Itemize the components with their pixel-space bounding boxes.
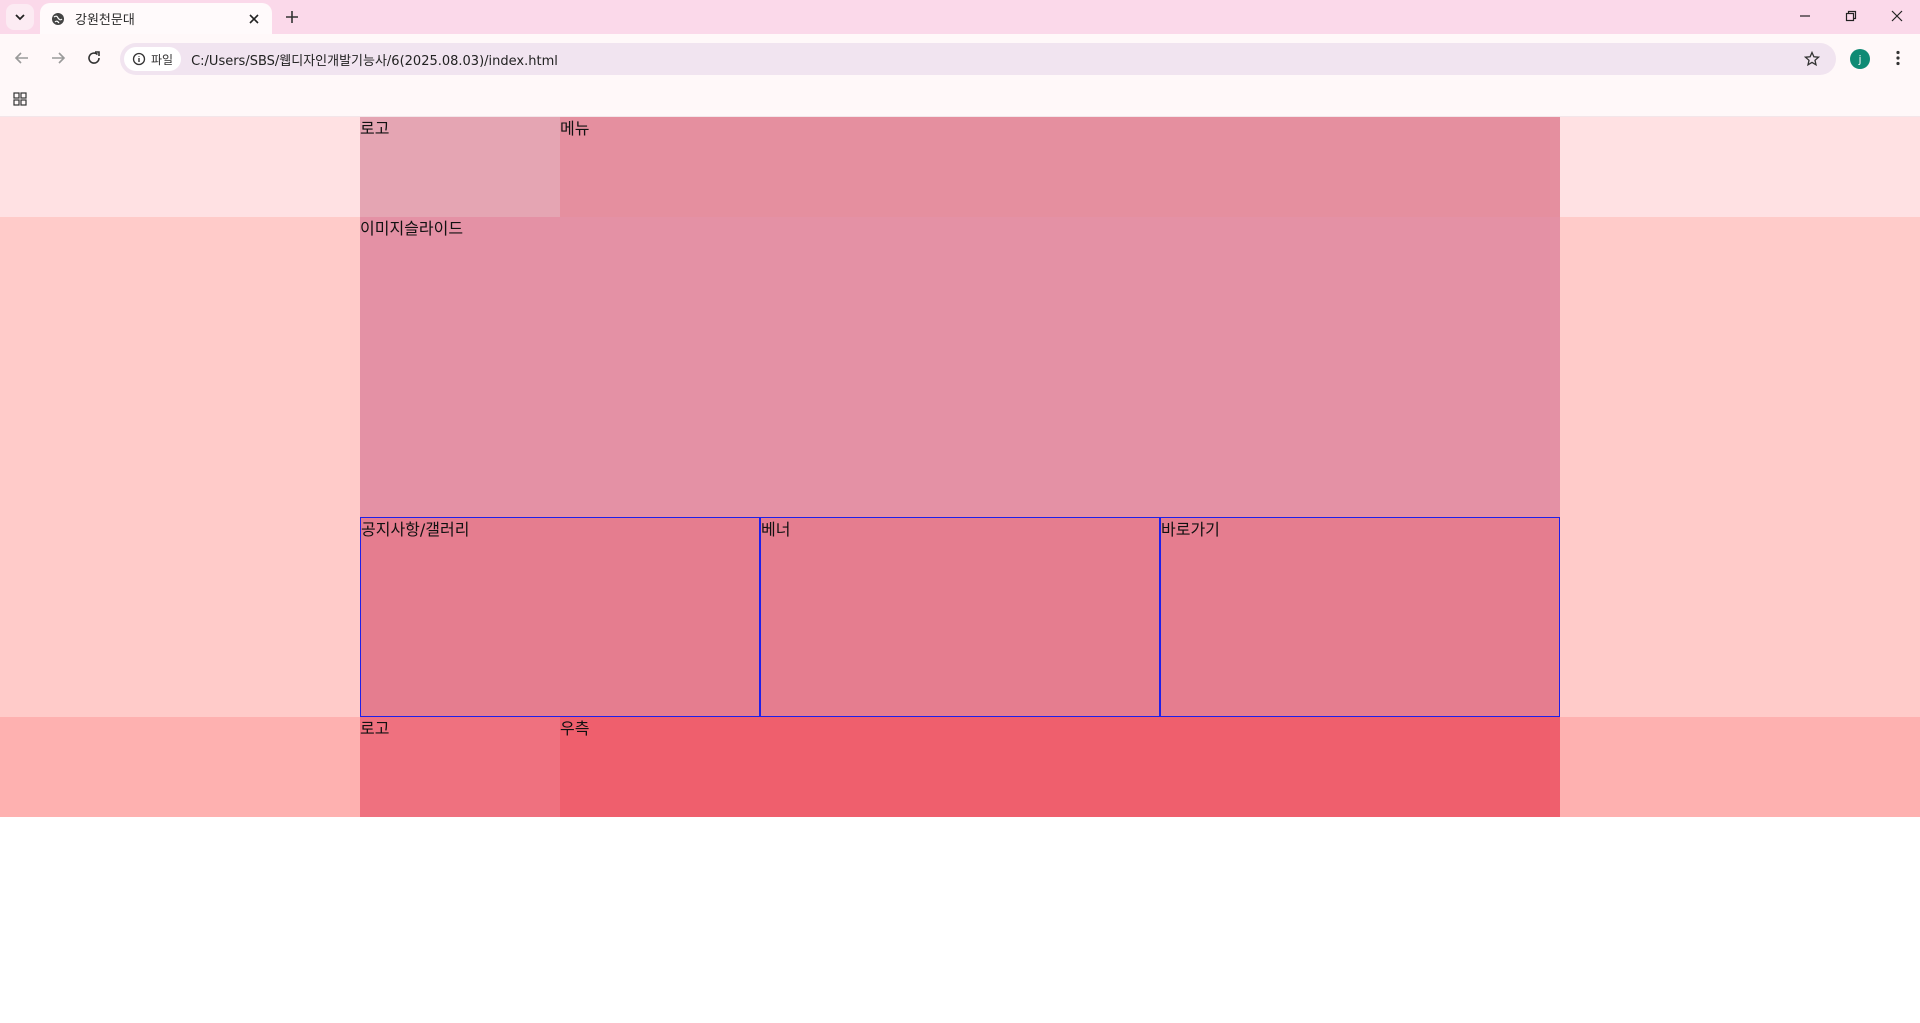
menu-button[interactable] [1886,46,1910,70]
minimize-button[interactable] [1782,0,1828,32]
more-vert-icon [1896,50,1900,66]
site-info-chip[interactable]: 파일 [124,47,182,71]
restore-icon [1845,10,1857,22]
header-wrap: 로고 메뉴 [360,117,1560,217]
footer-logo: 로고 [360,717,560,817]
apps-grid-icon [13,92,27,106]
close-icon[interactable] [242,7,266,31]
apps-button[interactable] [8,87,32,111]
footer-band: 로고 우측 [0,717,1920,817]
browser-toolbar: 파일 C:/Users/SBS/웹디자인개발기능사/6(2025.08.03)/… [0,34,1920,82]
site-chip-label: 파일 [151,52,174,67]
forward-button[interactable] [44,44,72,72]
globe-icon [50,11,66,27]
bookmarks-bar [0,82,1920,117]
header-logo: 로고 [360,117,560,217]
slide-wrap: 이미지슬라이드 [360,217,1560,517]
forward-arrow-icon [52,52,66,64]
reload-button[interactable] [80,44,108,72]
back-arrow-icon [14,52,28,64]
shortcut-box: 바로가기 [1160,517,1560,717]
avatar[interactable]: j [1850,49,1870,69]
footer-wrap: 로고 우측 [360,717,1560,817]
reload-icon [88,51,100,64]
header-menu: 메뉴 [560,117,1560,217]
page-viewport: 로고 메뉴 이미지슬라이드 공지사항/갤러리 베너 바로가기 로고 우측 [0,117,1920,1023]
info-icon [132,52,146,66]
content-wrap: 공지사항/갤러리 베너 바로가기 [360,517,1560,717]
address-bar[interactable]: 파일 C:/Users/SBS/웹디자인개발기능사/6(2025.08.03)/… [120,43,1836,75]
url-text[interactable]: C:/Users/SBS/웹디자인개발기능사/6(2025.08.03)/ind… [191,50,558,69]
tab-title: 강원천문대 [75,13,135,28]
active-tab[interactable]: 강원천문대 [40,3,272,34]
tab-search-button[interactable] [6,4,34,30]
header-band: 로고 메뉴 [0,117,1920,217]
banner-box: 베너 [760,517,1160,717]
bookmark-button[interactable] [1800,47,1824,71]
content-band: 공지사항/갤러리 베너 바로가기 [0,517,1920,717]
tab-search-icon [15,14,25,21]
back-button[interactable] [8,44,36,72]
minimize-icon [1800,15,1810,17]
footer-right: 우측 [560,717,1560,817]
tab-strip: 강원천문대 [0,0,1920,34]
restore-button[interactable] [1828,0,1874,32]
slide-band: 이미지슬라이드 [0,217,1920,517]
window-close-button[interactable] [1874,0,1920,32]
notice-gallery-box: 공지사항/갤러리 [360,517,760,717]
star-icon [1804,51,1820,67]
window-close-icon [1891,10,1903,22]
image-slide: 이미지슬라이드 [360,217,1560,517]
plus-icon [286,11,298,23]
new-tab-button[interactable] [280,5,304,29]
